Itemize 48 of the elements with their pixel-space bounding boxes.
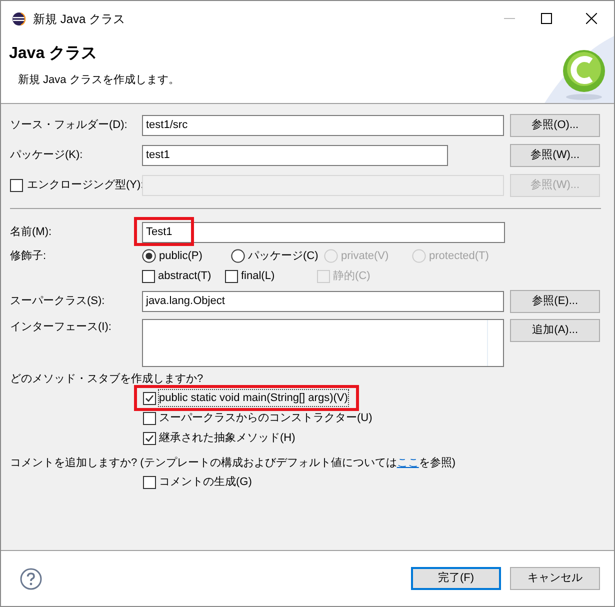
browse-button[interactable]: 参照(O)...	[510, 114, 600, 136]
cancel-button[interactable]: キャンセル	[510, 567, 600, 590]
app-icon	[12, 12, 26, 26]
text-field[interactable]: test1/src	[142, 114, 504, 136]
text-field[interactable]: Test1	[142, 222, 505, 242]
field-label: 修飾子:	[10, 248, 48, 264]
field-label: パッケージ(K):	[10, 148, 84, 163]
checkbox[interactable]	[142, 270, 155, 282]
close-icon[interactable]	[586, 13, 597, 24]
text-field[interactable]: test1	[142, 144, 448, 166]
add-button[interactable]: 追加(A)...	[510, 319, 600, 342]
page-title: Java クラス	[9, 44, 98, 64]
field-label: 名前(M):	[10, 224, 53, 240]
checkbox-label: final(L)	[241, 268, 275, 284]
checkbox[interactable]	[143, 432, 156, 444]
checkbox-label: public static void main(String[] args)(V)	[159, 390, 348, 406]
window-title: 新規 Java クラス	[33, 10, 126, 28]
checkbox[interactable]	[225, 270, 238, 282]
radio-label: public(P)	[159, 248, 202, 264]
checkbox-label: 静的(C)	[333, 268, 370, 284]
checkbox[interactable]	[143, 412, 156, 424]
question-text: コメントを追加しますか? (テンプレートの構成およびデフォルト値については	[10, 456, 397, 471]
checkbox-label: abstract(T)	[158, 268, 212, 284]
text-field[interactable]: java.lang.Object	[142, 290, 504, 312]
checkbox-label: 継承された抽象メソッド(H)	[159, 430, 296, 446]
interface-list[interactable]	[142, 319, 504, 367]
field-label: インターフェース(I):	[10, 320, 112, 335]
checkbox-label: エンクロージング型(Y):	[27, 178, 144, 193]
radio-label: パッケージ(C)	[248, 248, 318, 264]
field-label: ソース・フォルダー(D):	[10, 118, 128, 133]
checkbox[interactable]	[143, 476, 156, 488]
help-icon[interactable]	[20, 568, 42, 590]
page-description: 新規 Java クラスを作成します。	[18, 72, 180, 88]
browse-button[interactable]: 参照(W)...	[510, 144, 600, 166]
radio-label: protected(T)	[429, 248, 489, 264]
question-text: どのメソッド・スタブを作成しますか?	[10, 372, 204, 387]
finish-button[interactable]: 完了(F)	[411, 567, 501, 590]
checkbox[interactable]	[143, 392, 156, 404]
browse-button[interactable]: 参照(E)...	[510, 290, 600, 312]
field-label: スーパークラス(S):	[10, 294, 106, 309]
maximize-icon[interactable]	[541, 13, 552, 24]
radio-button[interactable]	[231, 249, 245, 263]
help-link[interactable]: ここ	[396, 454, 419, 472]
checkbox-label: スーパークラスからのコンストラクター(U)	[159, 410, 372, 426]
radio-button[interactable]	[142, 249, 156, 263]
checkbox-label: コメントの生成(G)	[159, 474, 252, 490]
question-text: を参照)	[418, 456, 456, 471]
radio-label: private(V)	[341, 248, 389, 264]
